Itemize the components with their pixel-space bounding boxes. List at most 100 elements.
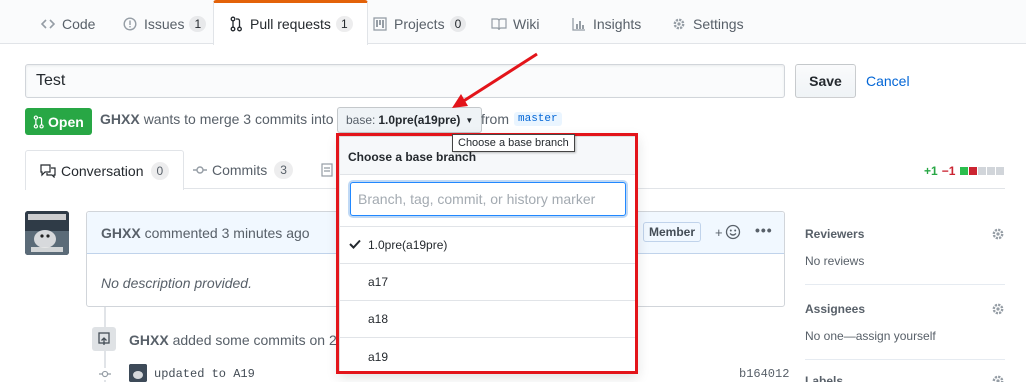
check-icon [349, 238, 361, 252]
assignees-gear-icon[interactable] [991, 302, 1005, 319]
tab-checks[interactable] [321, 150, 340, 189]
tab-label: Issues [144, 16, 185, 32]
graph-icon [571, 16, 587, 32]
tab-code[interactable]: Code [40, 10, 95, 38]
branch-label: a18 [368, 312, 389, 326]
assignees-title: Assignees [805, 302, 866, 316]
commit-message[interactable]: updated to A19 [154, 367, 255, 381]
smiley-icon [725, 224, 741, 240]
dropdown-filter [340, 175, 636, 227]
branch-item[interactable]: a18 [340, 301, 636, 338]
repo-nav: Code Issues 1 Pull requests 1 Projects 0… [0, 0, 1026, 45]
reviewers-value: No reviews [805, 254, 865, 268]
add-reaction-button[interactable]: + [715, 224, 741, 240]
tab-label: Commits [212, 161, 268, 178]
conversation-counter: 0 [150, 161, 170, 180]
commits-counter: 3 [274, 160, 293, 179]
tab-label: Code [62, 16, 96, 32]
pull-request-icon [33, 114, 44, 129]
comment-action[interactable]: commented 3 minutes ago [145, 225, 310, 241]
diffstat-block [960, 167, 969, 175]
reviewers-title: Reviewers [805, 227, 865, 241]
tab-label: Settings [693, 16, 744, 32]
head-ref[interactable]: master [514, 112, 562, 126]
pull-requests-counter: 1 [335, 16, 353, 32]
pr-author[interactable]: GHXX [100, 111, 140, 127]
reviewers-gear-icon[interactable] [991, 227, 1005, 244]
tab-label: Insights [593, 16, 642, 32]
sidebar-assignees: Assignees No one—assign yourself [805, 302, 1005, 343]
branch-item[interactable]: 1.0pre(a19pre) [340, 227, 636, 264]
tab-insights[interactable]: Insights [571, 10, 641, 38]
branch-filter-input[interactable] [350, 182, 626, 216]
tab-label: Wiki [513, 16, 540, 32]
commits-author[interactable]: GHXX [129, 332, 169, 348]
tooltip: Choose a base branch [452, 134, 575, 152]
commit-icon [99, 368, 111, 380]
commits-event-text: added some commits on 28 [172, 332, 339, 348]
commit-sha[interactable]: b164012 [739, 367, 789, 381]
project-icon [372, 16, 388, 32]
base-branch-select[interactable]: base: 1.0pre(a19pre) ▼ [337, 107, 483, 133]
tab-issues[interactable]: Issues 1 [122, 10, 207, 38]
tab-projects[interactable]: Projects 0 [372, 10, 467, 38]
commit-icon [193, 165, 207, 175]
comment-discussion-icon [40, 163, 56, 178]
tab-label: Conversation [61, 162, 144, 179]
base-value: 1.0pre(a19pre) [378, 113, 461, 127]
labels-gear-icon[interactable] [991, 374, 1005, 382]
assignees-value[interactable]: No one—assign yourself [805, 329, 1005, 343]
issues-counter: 1 [189, 16, 207, 32]
projects-counter: 0 [449, 16, 467, 32]
branch-item[interactable]: a17 [340, 264, 636, 301]
diffstat-additions: +1 [924, 164, 938, 178]
member-badge: Member [643, 222, 702, 242]
branch-label: 1.0pre(a19pre) [368, 238, 448, 252]
gear-icon [671, 16, 687, 32]
branch-item[interactable]: a19 [340, 338, 636, 375]
book-icon [491, 16, 507, 32]
caret-down-icon: ▼ [465, 115, 474, 125]
avatar[interactable] [25, 211, 69, 255]
state-badge: Open [25, 108, 92, 135]
commits-event: GHXX added some commits on 28 [129, 332, 339, 348]
code-icon [40, 16, 56, 32]
tab-label: Pull requests [250, 16, 331, 32]
plus-label: + [715, 224, 723, 240]
comment-author-line: GHXX commented 3 minutes ago [101, 225, 310, 241]
pull-request-icon [228, 16, 244, 32]
issue-icon [122, 16, 138, 32]
state-label: Open [48, 113, 84, 130]
sidebar-labels: Labels [805, 374, 1005, 382]
sidebar-reviewers: Reviewers No reviews [805, 227, 1005, 268]
labels-title: Labels [805, 374, 844, 382]
diffstat-block [969, 167, 978, 175]
tab-wiki[interactable]: Wiki [491, 10, 539, 38]
diffstat-block [978, 167, 987, 175]
sidebar-divider [805, 359, 1005, 360]
save-button[interactable]: Save [795, 64, 856, 98]
cancel-link[interactable]: Cancel [866, 73, 910, 89]
pr-title-input[interactable] [25, 64, 785, 98]
diffstat-block [996, 167, 1005, 175]
tab-commits[interactable]: Commits 3 [193, 150, 293, 189]
repo-push-icon [92, 327, 116, 351]
diffstat-block [987, 167, 996, 175]
tab-pull-requests[interactable]: Pull requests 1 [213, 0, 368, 45]
diffstat[interactable]: +1 −1 [924, 164, 1005, 178]
commit-avatar[interactable] [129, 364, 147, 382]
tab-label: Projects [394, 16, 445, 32]
from-text: from [481, 111, 509, 127]
base-branch-dropdown: Choose a base branch 1.0pre(a19pre) a17 … [339, 136, 637, 374]
tab-settings[interactable]: Settings [671, 10, 744, 38]
pr-meta: GHXX wants to merge 3 commits into [100, 111, 334, 127]
branch-label: a17 [368, 275, 389, 289]
pr-meta-text: wants to merge 3 commits into [143, 111, 334, 127]
sidebar-divider [805, 284, 1005, 285]
tab-conversation[interactable]: Conversation 0 [25, 150, 185, 190]
base-label: base: [346, 113, 376, 127]
comment-body: No description provided. [101, 275, 252, 291]
diffstat-deletions: −1 [941, 164, 956, 178]
comment-options-button[interactable]: ••• [755, 222, 773, 238]
comment-author[interactable]: GHXX [101, 225, 141, 241]
